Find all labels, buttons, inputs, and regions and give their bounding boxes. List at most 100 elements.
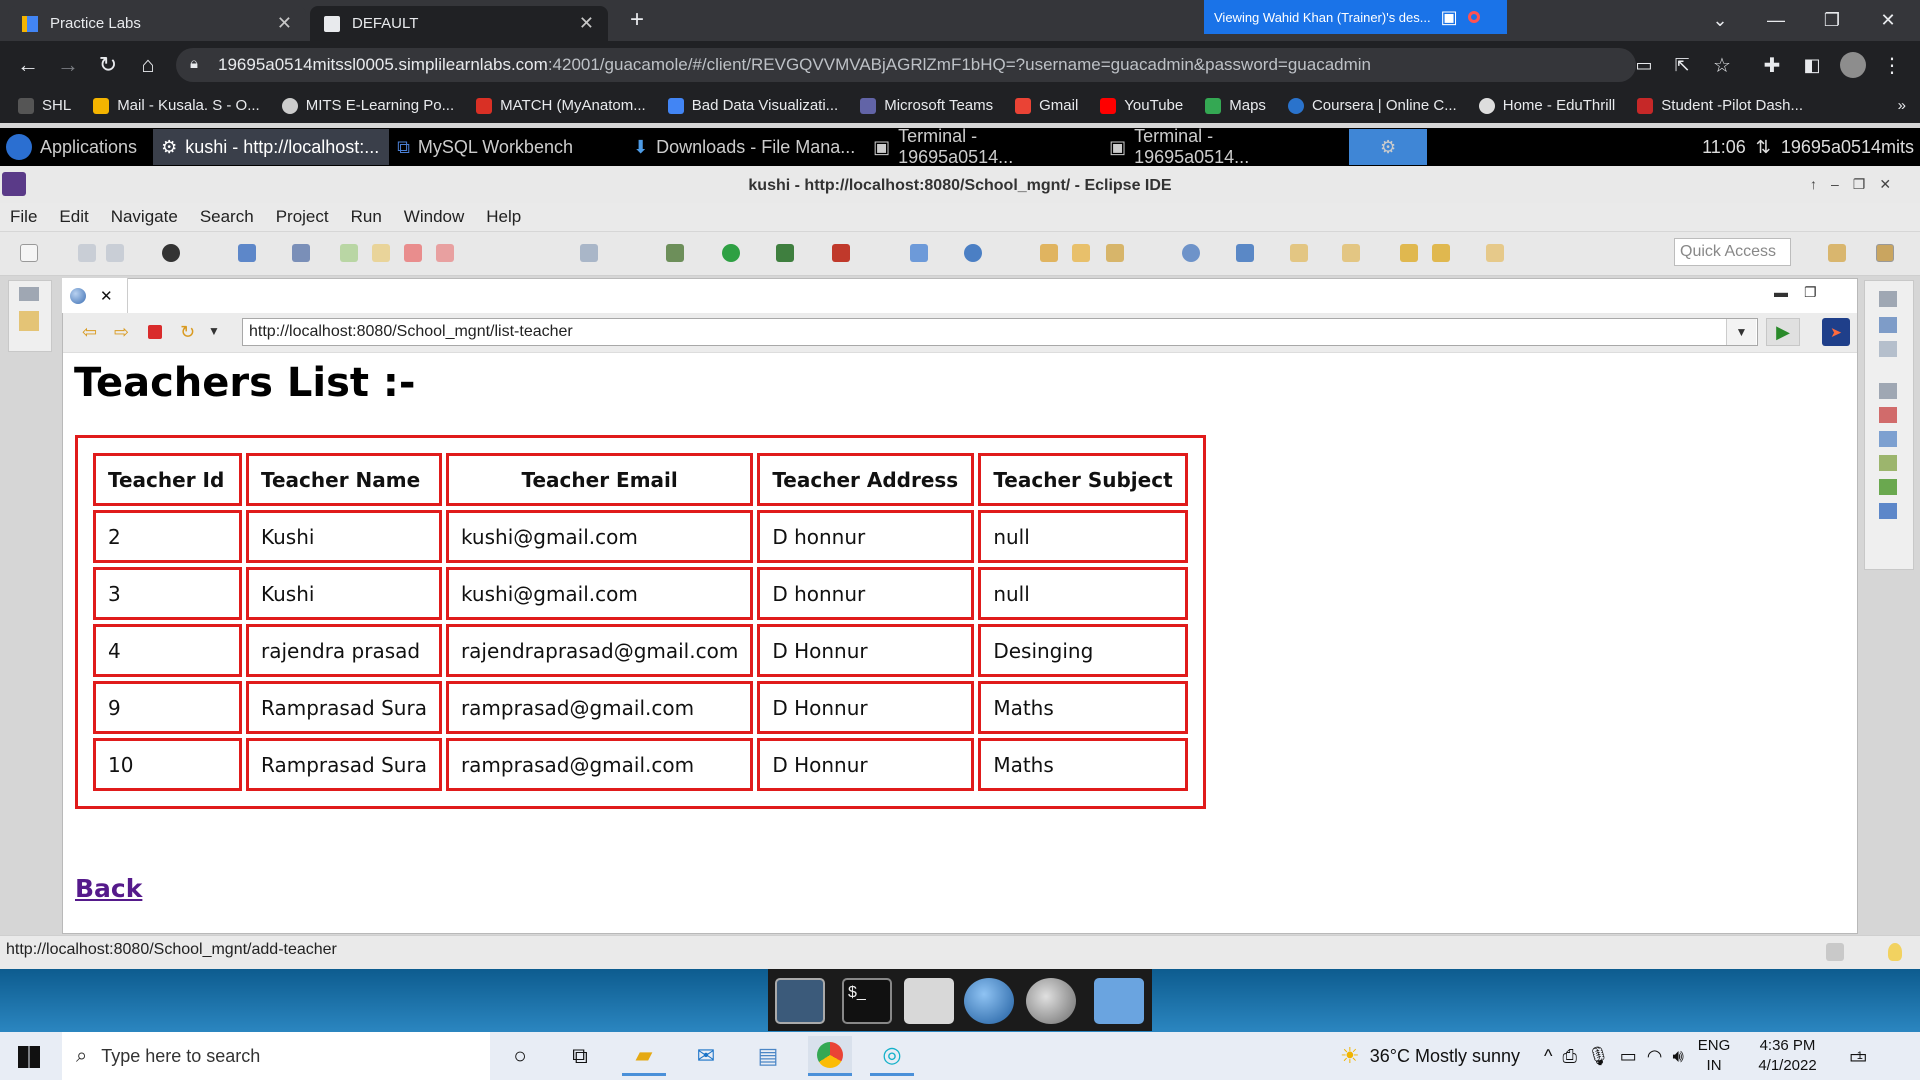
chrome-menu-icon[interactable]: ⋮ <box>1876 49 1908 81</box>
url-history-dropdown[interactable]: ▼ <box>1726 319 1756 345</box>
file-explorer-icon[interactable]: ▰ <box>622 1036 666 1076</box>
stop-icon[interactable] <box>148 325 162 339</box>
home-icon[interactable]: ⌂ <box>132 49 164 81</box>
new-server-icon[interactable] <box>910 244 928 262</box>
refresh-icon[interactable]: ↻ <box>180 322 195 343</box>
microphone-icon[interactable]: 🎙︎ <box>1587 1046 1610 1067</box>
volume-icon[interactable]: 🔊︎ <box>1672 1046 1683 1067</box>
tip-lightbulb-icon[interactable] <box>1888 943 1902 961</box>
last-edit-icon[interactable] <box>1400 244 1418 262</box>
task-file-manager[interactable]: ⬇ Downloads - File Mana... <box>625 129 865 165</box>
clipboard-icon[interactable]: ▭ <box>1628 49 1660 81</box>
menu-edit[interactable]: Edit <box>59 207 88 227</box>
java-ee-perspective-icon[interactable] <box>1876 244 1894 262</box>
tab-search-icon[interactable]: ⌄ <box>1692 0 1748 40</box>
external-browser-icon[interactable]: ➤ <box>1822 318 1850 346</box>
extensions-icon[interactable]: ✚ <box>1756 49 1788 81</box>
web-browser-dock-icon[interactable] <box>964 978 1014 1024</box>
bookmark-student-pilot[interactable]: Student -Pilot Dash... <box>1637 97 1803 114</box>
up-arrow-icon[interactable]: ↑ <box>1810 176 1817 193</box>
task-terminal-1[interactable]: ▣ Terminal - 19695a0514... <box>865 126 1101 167</box>
minimize-icon[interactable]: ▬ <box>1774 284 1788 301</box>
maximize-icon[interactable]: ❐ <box>1853 176 1866 193</box>
minimize-icon[interactable]: — <box>1748 0 1804 40</box>
task-eclipse[interactable]: ⚙ kushi - http://localhost:... <box>153 129 390 165</box>
back-nav-icon[interactable] <box>1432 244 1450 262</box>
open-type-icon[interactable] <box>1040 244 1058 262</box>
suspend-icon[interactable] <box>372 244 390 262</box>
debug-icon[interactable] <box>666 244 684 262</box>
menu-file[interactable]: File <box>10 207 37 227</box>
windows-search-box[interactable]: ⌕ Type here to search <box>62 1032 490 1080</box>
cortana-icon[interactable]: ○ <box>498 1036 542 1076</box>
external-tools-icon[interactable] <box>832 244 850 262</box>
web-browser-icon[interactable] <box>1182 244 1200 262</box>
menu-window[interactable]: Window <box>404 207 464 227</box>
meet-now-icon[interactable]: ⎙ <box>1562 1046 1576 1067</box>
bookmark-bad-data[interactable]: Bad Data Visualizati... <box>667 97 838 114</box>
forward-nav-icon[interactable] <box>1486 244 1504 262</box>
close-icon[interactable]: ✕ <box>1879 176 1891 193</box>
browser-url-input[interactable]: http://localhost:8080/School_mgnt/list-t… <box>242 318 1758 346</box>
back-arrow-icon[interactable]: ← <box>12 49 44 81</box>
task-list-icon[interactable] <box>1879 341 1897 357</box>
omnibox[interactable]: 🔒︎ 19695a0514mitssl0005.simplilearnlabs.… <box>176 48 1636 82</box>
go-button[interactable]: ▶ <box>1766 318 1800 346</box>
menu-project[interactable]: Project <box>276 207 329 227</box>
tab-default[interactable]: DEFAULT ✕ <box>310 6 608 41</box>
app-finder-icon[interactable] <box>1026 978 1076 1024</box>
home-folder-icon[interactable] <box>904 978 954 1024</box>
menu-search[interactable]: Search <box>200 207 254 227</box>
notification-center-icon[interactable]: ▭ 1 <box>1849 1044 1868 1069</box>
quick-assist-icon[interactable]: ◎ <box>870 1036 914 1076</box>
new-tab-icon[interactable]: + <box>622 6 652 36</box>
restore-view-icon[interactable] <box>19 287 39 301</box>
servers-icon[interactable] <box>1879 455 1897 471</box>
data-source-icon[interactable] <box>1879 479 1897 495</box>
terminate-icon[interactable] <box>404 244 422 262</box>
bookmark-shl[interactable]: SHL <box>18 97 71 114</box>
menu-run[interactable]: Run <box>351 207 382 227</box>
restore-view-icon[interactable] <box>1879 291 1897 307</box>
screen-share-icon[interactable]: ▣ <box>1441 7 1458 28</box>
outline-icon[interactable] <box>1879 317 1897 333</box>
dropdown-arrow-icon[interactable]: ▼ <box>208 324 220 338</box>
maximize-icon[interactable]: ❐ <box>1804 284 1817 301</box>
project-explorer-icon[interactable] <box>19 311 39 331</box>
new-icon[interactable] <box>20 244 38 262</box>
properties-icon[interactable] <box>1879 431 1897 447</box>
applications-menu[interactable]: Applications <box>0 129 145 165</box>
show-desktop-icon[interactable] <box>775 978 825 1024</box>
clock-time[interactable]: 4:36 PM <box>1760 1036 1816 1056</box>
forward-arrow-icon[interactable]: → <box>52 49 84 81</box>
profile-avatar[interactable] <box>1840 52 1866 78</box>
wifi-icon[interactable]: ◠ <box>1647 1046 1663 1067</box>
quick-access-input[interactable]: Quick Access <box>1674 238 1791 266</box>
progress-icon[interactable] <box>1826 943 1844 961</box>
previous-annotation-icon[interactable] <box>1342 244 1360 262</box>
workspace-switcher[interactable]: ⚙ <box>1349 129 1428 165</box>
bookmark-eduthrill[interactable]: Home - EduThrill <box>1478 97 1615 114</box>
browser-forward-icon[interactable]: ⇨ <box>114 322 129 343</box>
skip-breakpoints-icon[interactable] <box>292 244 310 262</box>
run-icon[interactable] <box>722 244 740 262</box>
desktop-app-icon[interactable]: ▤ <box>746 1036 790 1076</box>
tab-practice-labs[interactable]: Practice Labs ✕ <box>8 6 306 41</box>
editor-tab[interactable]: ✕ <box>62 278 128 313</box>
bookmark-maps[interactable]: Maps <box>1205 97 1266 114</box>
terminal-view-icon[interactable] <box>238 244 256 262</box>
step-icon[interactable] <box>580 244 598 262</box>
close-window-icon[interactable]: ✕ <box>1860 0 1916 40</box>
windows-start-icon[interactable] <box>18 1046 40 1068</box>
next-annotation-icon[interactable] <box>1290 244 1308 262</box>
restore-icon[interactable]: ❐ <box>1804 0 1860 40</box>
screen-share-banner[interactable]: Viewing Wahid Khan (Trainer)'s des... ▣ <box>1204 0 1507 34</box>
bookmark-star-icon[interactable]: ☆ <box>1706 49 1738 81</box>
more-bookmarks-icon[interactable]: » <box>1898 97 1906 114</box>
bookmark-teams[interactable]: Microsoft Teams <box>860 97 993 114</box>
restore-view-icon[interactable] <box>1879 383 1897 399</box>
task-terminal-2[interactable]: ▣ Terminal - 19695a0514... <box>1101 126 1337 167</box>
reload-icon[interactable]: ↻ <box>92 49 124 81</box>
minimize-icon[interactable]: – <box>1831 176 1839 193</box>
new-class-icon[interactable] <box>964 244 982 262</box>
